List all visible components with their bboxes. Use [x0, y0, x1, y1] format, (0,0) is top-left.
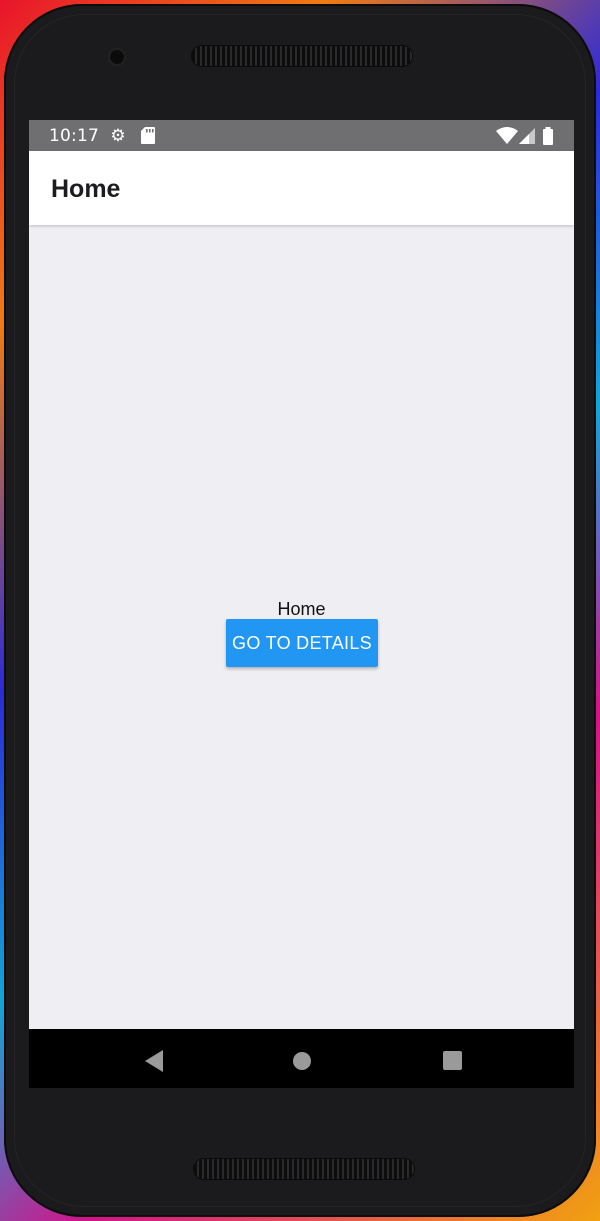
status-bar: 10:17 ⚙ [29, 120, 574, 151]
sd-card-icon [139, 127, 157, 145]
page-title: Home [51, 175, 121, 203]
go-to-details-button[interactable]: GO TO DETAILS [226, 619, 378, 667]
recents-icon[interactable] [443, 1051, 462, 1070]
bottom-speaker [194, 1159, 414, 1179]
device-screen: 10:17 ⚙ Home Home GO TO DETAILS [29, 120, 574, 1088]
earpiece-speaker [192, 46, 412, 66]
cell-signal-icon [518, 127, 536, 145]
back-icon[interactable] [145, 1050, 163, 1072]
navigation-bar [29, 1029, 574, 1088]
main-content: Home GO TO DETAILS [29, 225, 574, 1029]
front-camera [110, 50, 124, 64]
home-icon[interactable] [293, 1052, 311, 1070]
wifi-icon [496, 127, 518, 145]
gear-icon: ⚙ [110, 126, 126, 146]
screen-label: Home [277, 599, 326, 619]
app-bar: Home [29, 151, 574, 225]
battery-icon [542, 127, 554, 145]
phone-frame: 10:17 ⚙ Home Home GO TO DETAILS [4, 4, 596, 1217]
status-time: 10:17 [49, 126, 99, 146]
